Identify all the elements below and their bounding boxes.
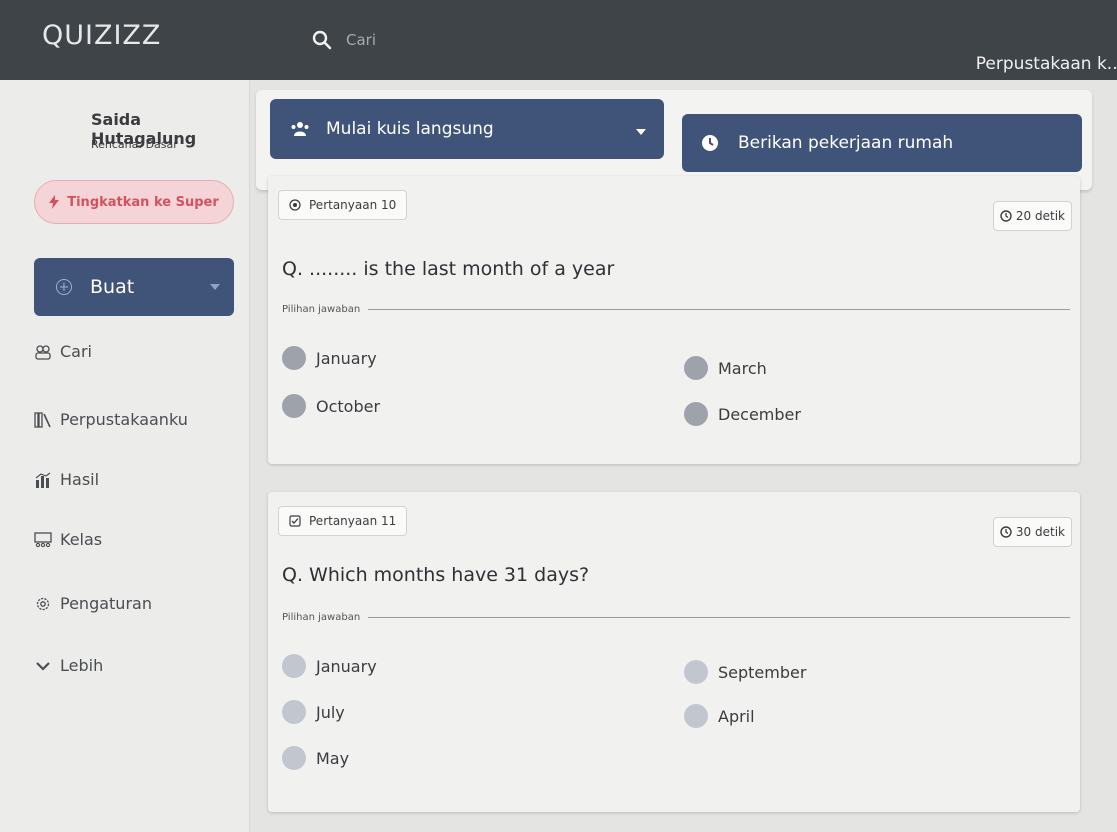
classroom-icon — [34, 531, 52, 547]
upgrade-button[interactable]: Tingkatkan ke Super — [34, 180, 234, 224]
clock-icon — [1000, 210, 1012, 222]
search-bar[interactable] — [312, 30, 746, 50]
sidebar-item-label: Cari — [60, 342, 92, 361]
sidebar-item-classes[interactable]: Kelas — [34, 530, 102, 549]
clock-icon — [1000, 526, 1012, 538]
option-marker — [282, 700, 306, 724]
question-tag: Pertanyaan 11 — [278, 506, 408, 536]
option-marker — [684, 402, 708, 426]
question-text: Q. Which months have 31 days? — [282, 564, 590, 586]
option-text: December — [718, 404, 801, 424]
sidebar-item-search[interactable]: Cari — [34, 342, 92, 361]
search-input[interactable] — [346, 31, 746, 49]
create-button[interactable]: + Buat — [34, 258, 234, 316]
quizizz-logo[interactable]: QUIZIZZ — [42, 20, 161, 51]
answer-choices-label: Pilihan jawaban — [282, 612, 1070, 623]
search-people-icon — [35, 344, 51, 360]
sidebar-item-label: Lebih — [60, 656, 104, 675]
chevron-down-icon — [36, 661, 50, 671]
option-marker — [282, 654, 306, 678]
option-text: September — [718, 662, 807, 682]
option-marker — [282, 746, 306, 770]
answer-choices-text: Pilihan jawaban — [282, 304, 361, 315]
answer-option: October — [282, 394, 380, 418]
sidebar: Saida Hutagalung Rencana: Dasar Tingkatk… — [0, 80, 250, 832]
top-bar: QUIZIZZ Perpustakaan k... — [0, 0, 1117, 80]
option-text: April — [718, 706, 755, 726]
answer-option: July — [282, 700, 345, 724]
question-number: Pertanyaan 11 — [309, 514, 397, 528]
homework-label: Berikan pekerjaan rumah — [738, 133, 954, 153]
users-icon — [291, 122, 309, 136]
option-marker — [282, 394, 306, 418]
question-text: Q. ........ is the last month of a year — [282, 258, 615, 280]
option-text: January — [316, 348, 377, 368]
library-icon — [34, 411, 51, 428]
time-badge: 30 detik — [992, 517, 1072, 547]
user-plan: Rencana: Dasar — [91, 138, 178, 151]
plus-icon: + — [56, 279, 72, 295]
gear-icon — [36, 597, 50, 610]
time-badge: 20 detik — [992, 201, 1072, 231]
chevron-down-icon[interactable] — [636, 129, 646, 135]
answer-option: January — [282, 654, 377, 678]
answer-choices-text: Pilihan jawaban — [282, 612, 361, 623]
answer-option: December — [684, 402, 801, 426]
question-number: Pertanyaan 10 — [309, 198, 397, 212]
answer-option: March — [684, 356, 767, 380]
answer-option: September — [684, 660, 806, 684]
option-text: July — [316, 702, 345, 722]
live-quiz-label: Mulai kuis langsung — [326, 119, 494, 139]
time-value: 20 detik — [1015, 209, 1065, 223]
sidebar-item-my-library[interactable]: Perpustakaanku — [34, 410, 188, 429]
create-label: Buat — [90, 276, 135, 298]
chevron-down-icon — [210, 284, 220, 290]
option-text: October — [316, 396, 381, 416]
sidebar-item-more[interactable]: Lebih — [34, 656, 103, 675]
homework-button[interactable]: Berikan pekerjaan rumah — [682, 114, 1082, 172]
sidebar-item-label: Kelas — [60, 530, 103, 549]
checkbox-question-icon — [289, 515, 301, 527]
sidebar-item-label: Pengaturan — [60, 594, 152, 613]
sidebar-item-label: Perpustakaanku — [60, 410, 188, 429]
answer-option: January — [282, 346, 377, 370]
time-value: 30 detik — [1015, 525, 1065, 539]
sidebar-item-settings[interactable]: Pengaturan — [34, 594, 152, 613]
search-icon — [312, 30, 332, 50]
question-tag: Pertanyaan 10 — [278, 190, 408, 220]
answer-option: May — [282, 746, 349, 770]
option-marker — [684, 660, 708, 684]
sidebar-item-label: Hasil — [60, 470, 100, 489]
answer-option: April — [684, 704, 755, 728]
answer-choices-label: Pilihan jawaban — [282, 304, 1070, 315]
library-link[interactable]: Perpustakaan k... — [976, 54, 1117, 74]
live-quiz-button[interactable]: Mulai kuis langsung — [270, 99, 664, 159]
option-text: January — [316, 656, 377, 676]
option-marker — [684, 356, 708, 380]
question-card[interactable]: Pertanyaan 11 30 detik Q. Which months h… — [268, 492, 1080, 812]
question-card[interactable]: Pertanyaan 10 20 detik Q. ........ is th… — [268, 176, 1080, 464]
option-text: May — [316, 748, 350, 768]
chart-icon — [35, 472, 51, 488]
option-text: March — [718, 358, 767, 378]
lightning-icon — [49, 195, 60, 209]
clock-icon — [702, 135, 718, 151]
option-marker — [684, 704, 708, 728]
action-bar: Mulai kuis langsung Berikan pekerjaan ru… — [256, 90, 1092, 190]
sidebar-item-results[interactable]: Hasil — [34, 470, 99, 489]
radio-question-icon — [289, 199, 301, 211]
option-marker — [282, 346, 306, 370]
upgrade-label: Tingkatkan ke Super — [67, 194, 219, 210]
